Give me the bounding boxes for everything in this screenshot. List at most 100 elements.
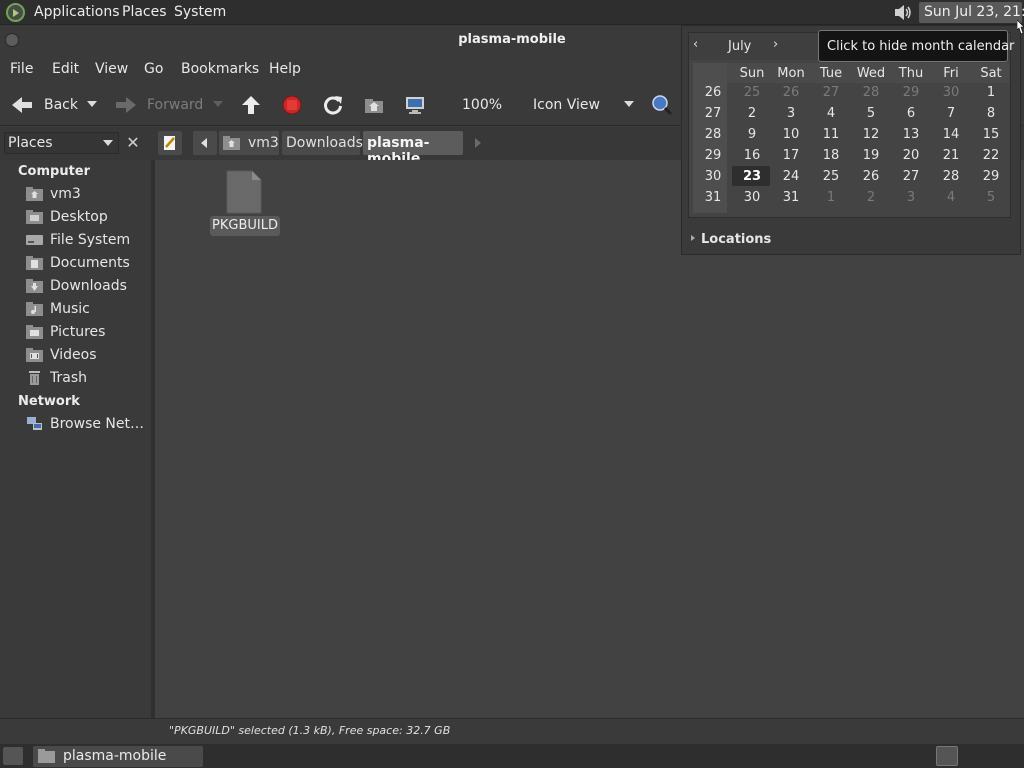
edit-location-button[interactable] [158,131,182,155]
home-folder-icon[interactable] [363,94,385,116]
sidebar-item-file-system[interactable]: File System [26,231,146,251]
system-menu[interactable]: System [174,4,226,20]
menu-go[interactable]: Go [144,61,163,77]
calendar-day[interactable]: 4 [931,190,971,205]
calendar-day[interactable]: 25 [732,85,772,100]
file-name-label[interactable]: PKGBUILD [210,216,280,236]
calendar-day[interactable]: 4 [811,106,851,121]
sidebar-item-videos[interactable]: Videos [26,346,146,366]
calendar-day[interactable]: 5 [971,190,1011,205]
calendar-day[interactable]: 21 [931,148,971,163]
week-number: 27 [704,106,722,121]
calendar-day[interactable]: 27 [891,169,931,184]
calendar-day[interactable]: 6 [891,106,931,121]
calendar-day[interactable]: 24 [771,169,811,184]
places-menu[interactable]: Places [122,4,167,20]
calendar-day[interactable]: 19 [851,148,891,163]
menu-view[interactable]: View [95,61,128,77]
calendar-day[interactable]: 25 [811,169,851,184]
calendar-day[interactable]: 15 [971,127,1011,142]
sidebar-mode-label[interactable]: Places [8,135,53,151]
calendar-day[interactable]: 30 [931,85,971,100]
computer-icon[interactable] [404,94,426,116]
calendar-day[interactable]: 9 [732,127,772,142]
up-arrow-icon[interactable] [240,94,262,116]
volume-icon[interactable] [893,3,913,22]
search-icon[interactable] [651,94,673,116]
sidebar-mode-chevron-down-icon[interactable] [103,140,113,146]
calendar-day[interactable]: 29 [891,85,931,100]
menu-help[interactable]: Help [269,61,301,77]
calendar-day[interactable]: 26 [771,85,811,100]
breadcrumb-scroll-right-icon[interactable] [475,138,481,148]
forward-history-chevron-icon [213,101,223,107]
stop-icon[interactable] [281,94,303,116]
calendar-day[interactable]: 1 [811,190,851,205]
calendar-day[interactable]: 13 [891,127,931,142]
view-mode-chevron-down-icon[interactable] [624,101,634,107]
calendar-day[interactable]: 1 [971,85,1011,100]
calendar-day[interactable]: 30 [732,190,772,205]
taskbar-window-label[interactable]: plasma-mobile [63,748,166,764]
breadcrumb-vm3[interactable]: vm3 [219,131,279,155]
sidebar-item-trash[interactable]: Trash [26,369,146,389]
documents-folder-icon [26,256,43,270]
forward-button[interactable]: Forward [147,97,203,113]
breadcrumb-downloads[interactable]: Downloads [282,131,363,155]
calendar-day[interactable]: 2 [732,106,772,121]
back-button[interactable]: Back [44,97,78,113]
back-history-chevron-icon[interactable] [87,101,97,107]
calendar-day[interactable]: 5 [851,106,891,121]
distro-logo-icon[interactable] [6,3,25,22]
menu-edit[interactable]: Edit [52,61,79,77]
sidebar-item-label: Trash [50,370,87,386]
calendar-day[interactable]: 16 [732,148,772,163]
calendar-day[interactable]: 20 [891,148,931,163]
menu-file[interactable]: File [10,61,33,77]
calendar-day[interactable]: 29 [971,169,1011,184]
breadcrumb-scroll-left-button[interactable] [193,131,217,155]
breadcrumb-plasma-mobile[interactable]: plasma-mobile [363,131,463,167]
calendar-day[interactable]: 28 [851,85,891,100]
calendar-day[interactable]: 3 [771,106,811,121]
calendar-day[interactable]: 17 [771,148,811,163]
applications-menu[interactable]: Applications [34,4,120,20]
calendar-day[interactable]: 3 [891,190,931,205]
sidebar-item-music[interactable]: Music [26,300,146,320]
zoom-level[interactable]: 100% [462,97,502,113]
calendar-day[interactable]: 22 [971,148,1011,163]
locations-expander[interactable]: Locations [701,232,771,247]
back-arrow-icon[interactable] [10,95,34,115]
calendar-day[interactable]: 27 [811,85,851,100]
text-file-icon[interactable] [226,170,262,214]
workspace-switcher-icon[interactable] [936,746,958,766]
calendar-day[interactable]: 26 [851,169,891,184]
view-mode-select[interactable]: Icon View [533,97,600,113]
next-month-chevron-icon[interactable]: › [773,37,778,52]
calendar-day[interactable]: 14 [931,127,971,142]
calendar-day[interactable]: 11 [811,127,851,142]
calendar-day[interactable]: 31 [771,190,811,205]
show-desktop-icon[interactable] [3,747,23,765]
calendar-day[interactable]: 2 [851,190,891,205]
calendar-day[interactable]: 8 [971,106,1011,121]
previous-month-chevron-icon[interactable]: ‹ [693,37,698,52]
weekday-header: Sun [739,66,765,81]
close-sidebar-icon[interactable]: ✕ [122,132,144,154]
sidebar-item-vm3[interactable]: vm3 [26,185,146,205]
calendar-day[interactable]: 12 [851,127,891,142]
calendar-day[interactable]: 28 [931,169,971,184]
sidebar-item-downloads[interactable]: Downloads [26,277,146,297]
expander-arrow-icon[interactable] [691,235,695,241]
sidebar-item-documents[interactable]: Documents [26,254,146,274]
reload-icon[interactable] [322,94,344,116]
calendar-day[interactable]: 18 [811,148,851,163]
sidebar-item-desktop[interactable]: Desktop [26,208,146,228]
calendar-day[interactable]: 7 [931,106,971,121]
menu-bookmarks[interactable]: Bookmarks [181,61,259,77]
calendar-day[interactable]: 10 [771,127,811,142]
sidebar-item-pictures[interactable]: Pictures [26,323,146,343]
sidebar-item-browse-network[interactable]: Browse Net… [26,415,146,435]
calendar-day-today[interactable]: 23 [732,169,772,184]
clock-text[interactable]: Sun Jul 23, 21:32 [924,4,1024,20]
